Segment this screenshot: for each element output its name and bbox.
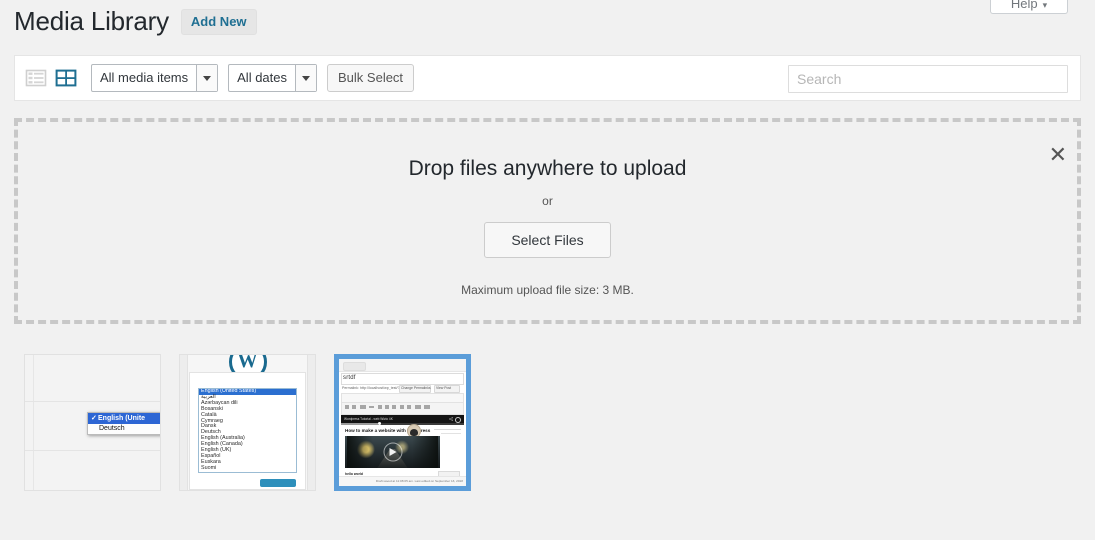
thumb1-context-menu: ✓English (Unite Deutsch bbox=[87, 412, 160, 435]
thumb3-permalink: Permalink: http://localhost/wp_test/?p=1… bbox=[342, 386, 408, 390]
thumb3-view-post-label: View Post bbox=[436, 385, 452, 390]
media-type-filter-value: All media items bbox=[100, 70, 189, 85]
date-filter[interactable]: All dates bbox=[228, 64, 318, 92]
thumb3-video-poster bbox=[345, 436, 440, 468]
close-icon[interactable]: ✕ bbox=[1049, 144, 1067, 166]
align-left-icon bbox=[377, 405, 382, 409]
grid-view-icon[interactable] bbox=[55, 67, 77, 89]
strikethrough-icon bbox=[369, 406, 375, 408]
select-files-wrap: Select Files bbox=[18, 222, 1077, 258]
thumb1-menu-selected-row: ✓English (Unite bbox=[88, 413, 160, 424]
attachment-item-post-editor-video[interactable]: srtdf Permalink: http://localhost/wp_tes… bbox=[334, 354, 471, 491]
thumb3-video-titlebar: Wordpress Tutorial - web Wizio 4K bbox=[341, 415, 464, 423]
max-upload-size-note: Maximum upload file size: 3 MB. bbox=[461, 283, 634, 297]
help-tab[interactable]: Help ▾ bbox=[990, 0, 1068, 14]
thumb3-sidebar-line-1 bbox=[434, 429, 461, 431]
quote-icon bbox=[359, 405, 366, 409]
thumb3-title-field bbox=[341, 373, 464, 385]
bold-icon bbox=[345, 405, 349, 409]
search-input[interactable] bbox=[788, 65, 1068, 93]
select-files-button[interactable]: Select Files bbox=[484, 222, 611, 258]
attachment-grid: ✓English (Unite Deutsch W English (Unite… bbox=[24, 354, 471, 491]
thumb1-divider-vertical bbox=[33, 355, 34, 490]
thumb1-divider-top bbox=[25, 401, 160, 402]
thumb3-video-embed: Wordpress Tutorial - web Wizio 4K How to… bbox=[341, 415, 464, 477]
list-item: Suomi bbox=[201, 464, 217, 471]
thumb1-menu-selected-label: English (Unite bbox=[98, 415, 146, 422]
thumb3-post-content: How to make a website with wordpress hel… bbox=[341, 424, 464, 477]
thumb2-continue-button bbox=[260, 479, 296, 487]
thumb1-menu-item: Deutsch bbox=[99, 425, 125, 432]
share-icon bbox=[449, 416, 453, 421]
attachment-item-language-context-menu[interactable]: ✓English (Unite Deutsch bbox=[24, 354, 161, 491]
thumb3-draft-saved-text: Draft saved at 11:08:05 am. Last edited … bbox=[375, 479, 463, 483]
add-new-button[interactable]: Add New bbox=[180, 8, 257, 36]
thumb2-right-strip bbox=[307, 355, 315, 490]
thumb3-video-bar-text: Wordpress Tutorial - web Wizio 4K bbox=[344, 416, 393, 421]
thumb3-post-title: srtdf bbox=[343, 374, 356, 381]
dropzone-or-text: or bbox=[542, 194, 553, 208]
thumb3-toolbar-icons bbox=[345, 405, 430, 409]
help-tab-label: Help bbox=[1010, 0, 1038, 11]
play-icon bbox=[389, 448, 396, 456]
check-icon: ✓ bbox=[91, 415, 97, 422]
thumb2-left-strip bbox=[180, 355, 188, 490]
thumb3-poster-trees-right bbox=[412, 436, 438, 468]
bulk-select-button[interactable]: Bulk Select bbox=[327, 64, 415, 92]
link-icon bbox=[399, 405, 404, 409]
thumb3-add-new-button bbox=[343, 361, 366, 371]
dropzone-title: Drop files anywhere to upload bbox=[408, 157, 687, 180]
chevron-down-icon bbox=[295, 65, 317, 91]
thumb2-card: English (United States) العربية Azərbayc… bbox=[189, 372, 306, 490]
media-toolbar: All media items All dates Bulk Select bbox=[14, 55, 1081, 101]
gear-icon bbox=[455, 416, 461, 423]
date-filter-value: All dates bbox=[237, 70, 288, 85]
thumb2-language-list: English (United States) العربية Azərbayc… bbox=[198, 388, 297, 473]
list-view-icon[interactable] bbox=[25, 67, 47, 89]
thumb3-poster-trees-left bbox=[347, 436, 373, 468]
chevron-down-icon: ▾ bbox=[1042, 0, 1048, 10]
thumb3-sidebar-line-2 bbox=[441, 432, 461, 434]
align-center-icon bbox=[384, 405, 389, 409]
thumb3-editor-footer: Draft saved at 11:08:05 am. Last edited … bbox=[339, 476, 466, 486]
italic-icon bbox=[352, 405, 357, 409]
page-header: Media Library Add New bbox=[14, 0, 257, 44]
upload-dropzone[interactable]: Drop files anywhere to upload or Select … bbox=[14, 118, 1081, 324]
attachment-item-install-language[interactable]: W English (United States) العربية Azərba… bbox=[179, 354, 316, 491]
thumb1-divider-bottom bbox=[25, 450, 160, 451]
page-title: Media Library bbox=[14, 6, 169, 37]
thumb3-editor: srtdf Permalink: http://localhost/wp_tes… bbox=[339, 359, 466, 486]
table-icon bbox=[423, 405, 430, 409]
list-icon bbox=[414, 405, 421, 409]
thumb3-edit-permalink-label: Change Permalinks bbox=[401, 385, 431, 390]
align-right-icon bbox=[392, 405, 397, 409]
unlink-icon bbox=[407, 405, 412, 409]
media-type-filter[interactable]: All media items bbox=[91, 64, 219, 92]
chevron-down-icon bbox=[196, 65, 218, 91]
view-mode-switch bbox=[25, 67, 77, 89]
